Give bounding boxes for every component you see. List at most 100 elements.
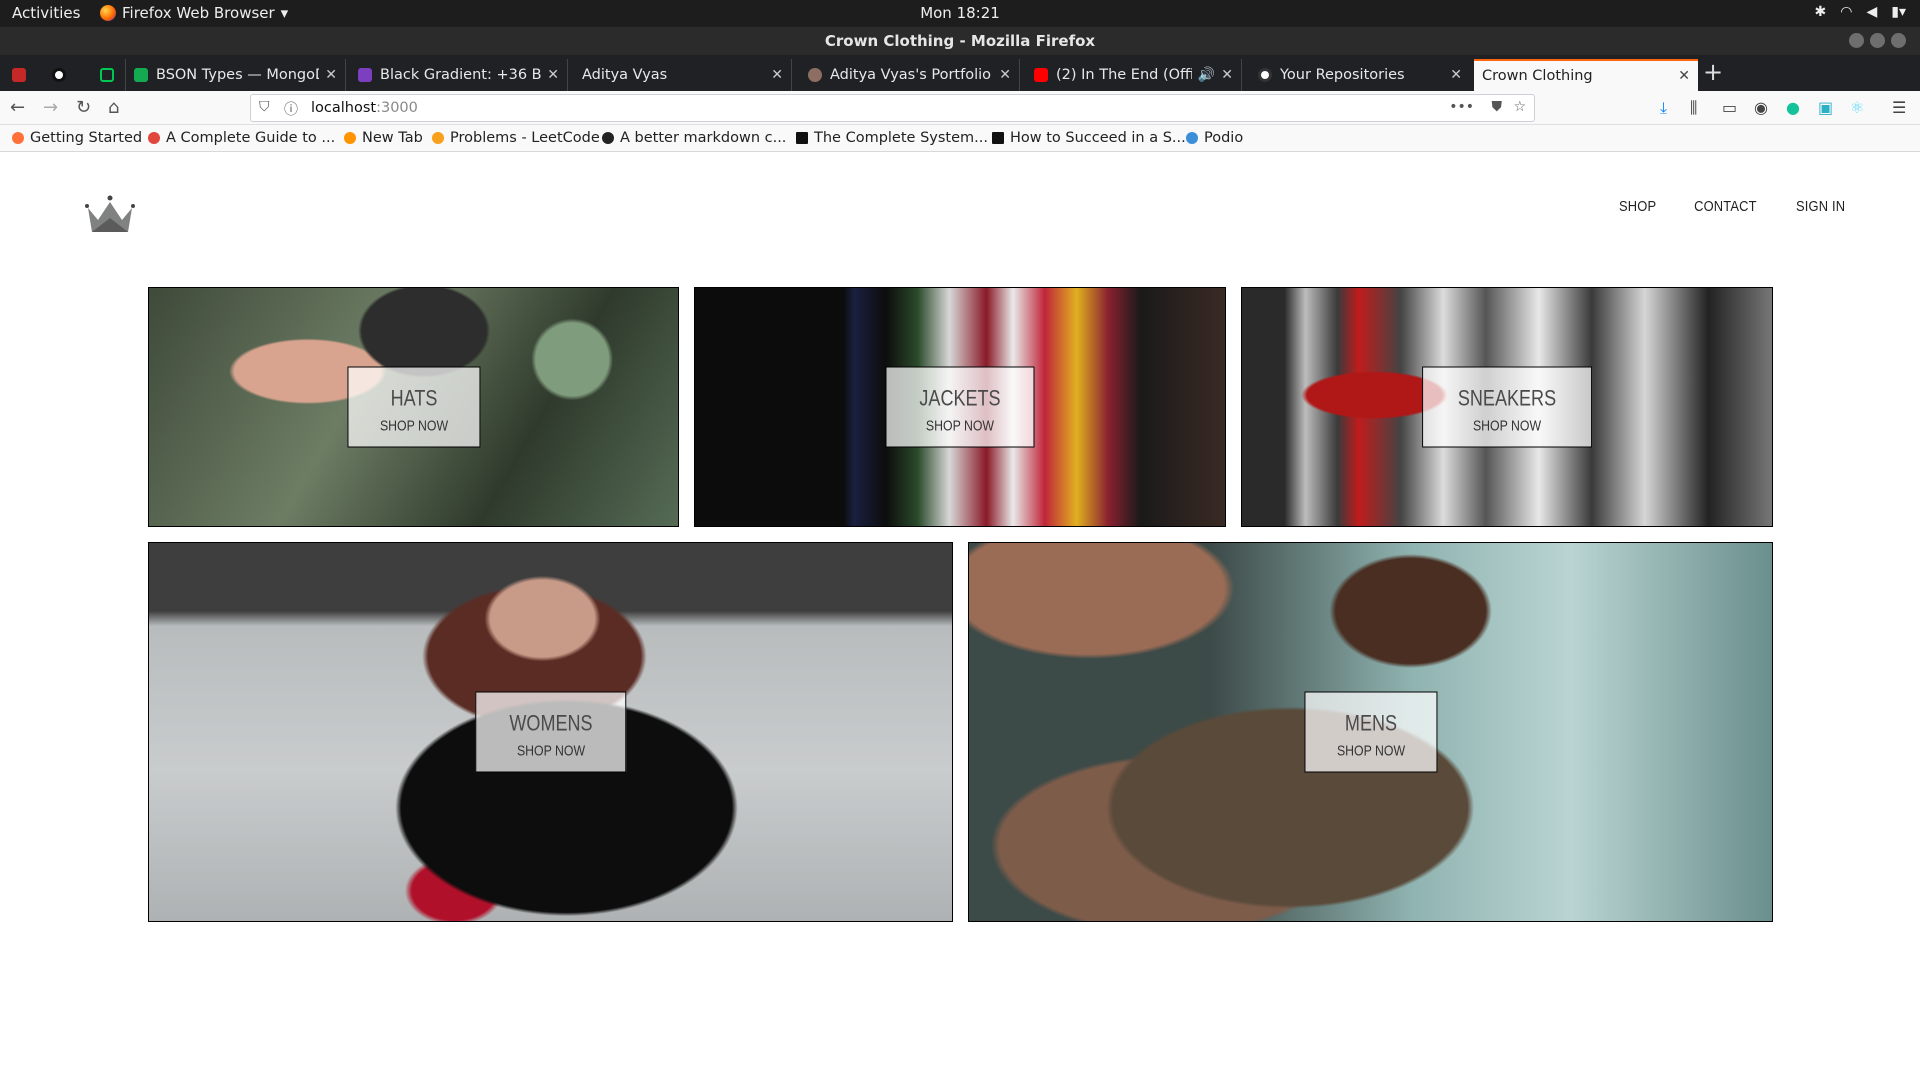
shop-now-label: SHOP NOW: [1472, 417, 1542, 435]
tab-portfolio[interactable]: Aditya Vyas's Portfolio ✕: [800, 59, 1020, 91]
category-hats[interactable]: HATS SHOP NOW: [148, 287, 679, 527]
chevron-down-icon: ▾: [280, 4, 289, 22]
grammarly-icon[interactable]: ●: [1786, 98, 1800, 117]
podio-icon: [1186, 132, 1198, 144]
bookmark-star-icon[interactable]: ☆: [1513, 99, 1526, 115]
battery-icon[interactable]: ▮▾: [1891, 4, 1906, 20]
menu-item-content[interactable]: HATS SHOP NOW: [346, 366, 481, 448]
tab-aditya-vyas[interactable]: Aditya Vyas ✕: [574, 59, 792, 91]
close-window-button[interactable]: [1891, 33, 1906, 48]
tab-your-repositories[interactable]: Your Repositories ✕: [1250, 59, 1470, 91]
category-womens[interactable]: WOMENS SHOP NOW: [148, 542, 953, 922]
close-icon[interactable]: ✕: [1221, 67, 1233, 83]
shop-now-label: SHOP NOW: [1336, 742, 1405, 760]
tab-label: Black Gradient: +36 Back: [380, 67, 542, 83]
bookmarks-toolbar: Getting Started A Complete Guide to ... …: [0, 125, 1920, 152]
youtube-icon: [1034, 68, 1048, 82]
bookmark-label: Getting Started: [30, 130, 143, 146]
bookmark-podio[interactable]: Podio: [1186, 130, 1243, 146]
app-menu[interactable]: Firefox Web Browser ▾: [100, 4, 288, 22]
category-mens[interactable]: MENS SHOP NOW: [968, 542, 1773, 922]
nav-sign-in-link[interactable]: SIGN IN: [1796, 198, 1845, 215]
green-tab-icon: [100, 68, 114, 82]
system-top-bar: Activities Firefox Web Browser ▾ Mon 18:…: [0, 0, 1920, 27]
bookmark-label: Problems - LeetCode: [450, 130, 600, 146]
activities-button[interactable]: Activities: [12, 4, 80, 22]
menu-icon[interactable]: ☰: [1892, 98, 1906, 117]
shield-icon[interactable]: ⛉: [259, 99, 270, 115]
forward-arrow-icon[interactable]: →: [43, 97, 58, 118]
download-icon[interactable]: ⤓: [1660, 98, 1667, 118]
category-title: JACKETS: [919, 385, 1001, 411]
system-clock[interactable]: Mon 18:21: [920, 4, 1000, 22]
shop-now-label: SHOP NOW: [925, 417, 995, 435]
category-title: SNEAKERS: [1457, 385, 1557, 411]
pocket-icon[interactable]: ⛊: [1492, 99, 1503, 115]
library-icon[interactable]: ⫼: [1690, 98, 1697, 118]
bookmark-getting-started[interactable]: Getting Started: [12, 130, 142, 146]
bookmark-complete-guide[interactable]: A Complete Guide to ...: [148, 130, 335, 146]
tab-pinned-1[interactable]: [4, 59, 36, 91]
bookmark-label: New Tab: [362, 130, 423, 146]
menu-item-content[interactable]: WOMENS SHOP NOW: [474, 691, 627, 773]
firefox-icon: [12, 132, 24, 144]
tab-label: Aditya Vyas's Portfolio: [830, 67, 992, 83]
tab-bson-types[interactable]: BSON Types — MongoDB ✕: [126, 59, 346, 91]
navigation-toolbar: ← → ↻ ⌂ ⛉ ⓘ localhost:3000 ••• ⛊ ☆ ⤓ ⫼ ▭…: [0, 91, 1920, 125]
volume-icon[interactable]: ◀: [1866, 4, 1877, 20]
bookmark-new-tab[interactable]: New Tab: [344, 130, 423, 146]
close-icon[interactable]: ✕: [1678, 68, 1690, 84]
close-icon[interactable]: ✕: [771, 67, 783, 83]
close-icon[interactable]: ✕: [325, 67, 337, 83]
extension-icon[interactable]: ▣: [1818, 98, 1833, 117]
bookmark-label: A better markdown c...: [620, 130, 787, 146]
bookmark-complete-system[interactable]: The Complete System...: [796, 130, 988, 146]
wifi-icon[interactable]: ◠: [1840, 4, 1852, 20]
speaker-icon[interactable]: 🔊: [1198, 67, 1215, 83]
close-icon[interactable]: ✕: [1450, 67, 1462, 83]
tab-in-the-end[interactable]: (2) In The End (Officia 🔊 ✕: [1026, 59, 1242, 91]
bookmark-how-to-succeed[interactable]: How to Succeed in a S...: [992, 130, 1186, 146]
category-title: WOMENS: [508, 710, 593, 736]
medium-icon: [992, 132, 1004, 144]
category-sneakers[interactable]: SNEAKERS SHOP NOW: [1241, 287, 1773, 527]
bookmark-leetcode[interactable]: Problems - LeetCode: [432, 130, 600, 146]
info-icon[interactable]: ⓘ: [284, 99, 298, 119]
new-tab-icon[interactable]: +: [1703, 58, 1723, 86]
reload-icon[interactable]: ↻: [76, 97, 91, 118]
home-icon[interactable]: ⌂: [108, 97, 119, 118]
slack-icon[interactable]: ✱: [1815, 4, 1827, 20]
nav-contact-link[interactable]: CONTACT: [1694, 198, 1757, 215]
url-bar[interactable]: ⛉ ⓘ localhost:3000 ••• ⛊ ☆: [250, 94, 1535, 122]
menu-item-content[interactable]: JACKETS SHOP NOW: [885, 366, 1035, 448]
maximize-button[interactable]: [1870, 33, 1885, 48]
more-actions-icon[interactable]: •••: [1449, 99, 1474, 115]
bookmark-label: The Complete System...: [814, 130, 988, 146]
tab-crown-clothing[interactable]: Crown Clothing ✕: [1474, 59, 1698, 91]
close-icon[interactable]: ✕: [999, 67, 1011, 83]
sidebar-icon[interactable]: ▭: [1722, 98, 1737, 117]
back-arrow-icon[interactable]: ←: [10, 97, 25, 118]
react-devtools-icon[interactable]: ⚛: [1850, 98, 1864, 117]
header-nav: SHOP CONTACT SIGN IN: [1586, 198, 1849, 215]
menu-item-content[interactable]: MENS SHOP NOW: [1303, 691, 1438, 773]
tab-pinned-2[interactable]: [44, 59, 76, 91]
account-icon[interactable]: ◉: [1754, 98, 1768, 117]
url-port: :3000: [376, 100, 418, 116]
red-x-icon: [12, 68, 26, 82]
tab-pinned-3[interactable]: [92, 59, 126, 91]
close-icon[interactable]: ✕: [547, 67, 559, 83]
gradient-icon: [358, 68, 372, 82]
tab-label: Your Repositories: [1280, 67, 1405, 83]
window-title-bar: Crown Clothing - Mozilla Firefox: [0, 27, 1920, 55]
tab-black-gradient[interactable]: Black Gradient: +36 Back ✕: [350, 59, 568, 91]
crown-logo-icon[interactable]: [84, 194, 136, 236]
bookmark-markdown[interactable]: A better markdown c...: [602, 130, 786, 146]
menu-item-content[interactable]: SNEAKERS SHOP NOW: [1422, 366, 1592, 448]
url-text[interactable]: localhost:3000: [311, 100, 418, 116]
mongodb-icon: [134, 68, 148, 82]
nav-shop-link[interactable]: SHOP: [1619, 198, 1656, 215]
category-jackets[interactable]: JACKETS SHOP NOW: [694, 287, 1226, 527]
minimize-button[interactable]: [1849, 33, 1864, 48]
github-icon: [52, 68, 66, 82]
